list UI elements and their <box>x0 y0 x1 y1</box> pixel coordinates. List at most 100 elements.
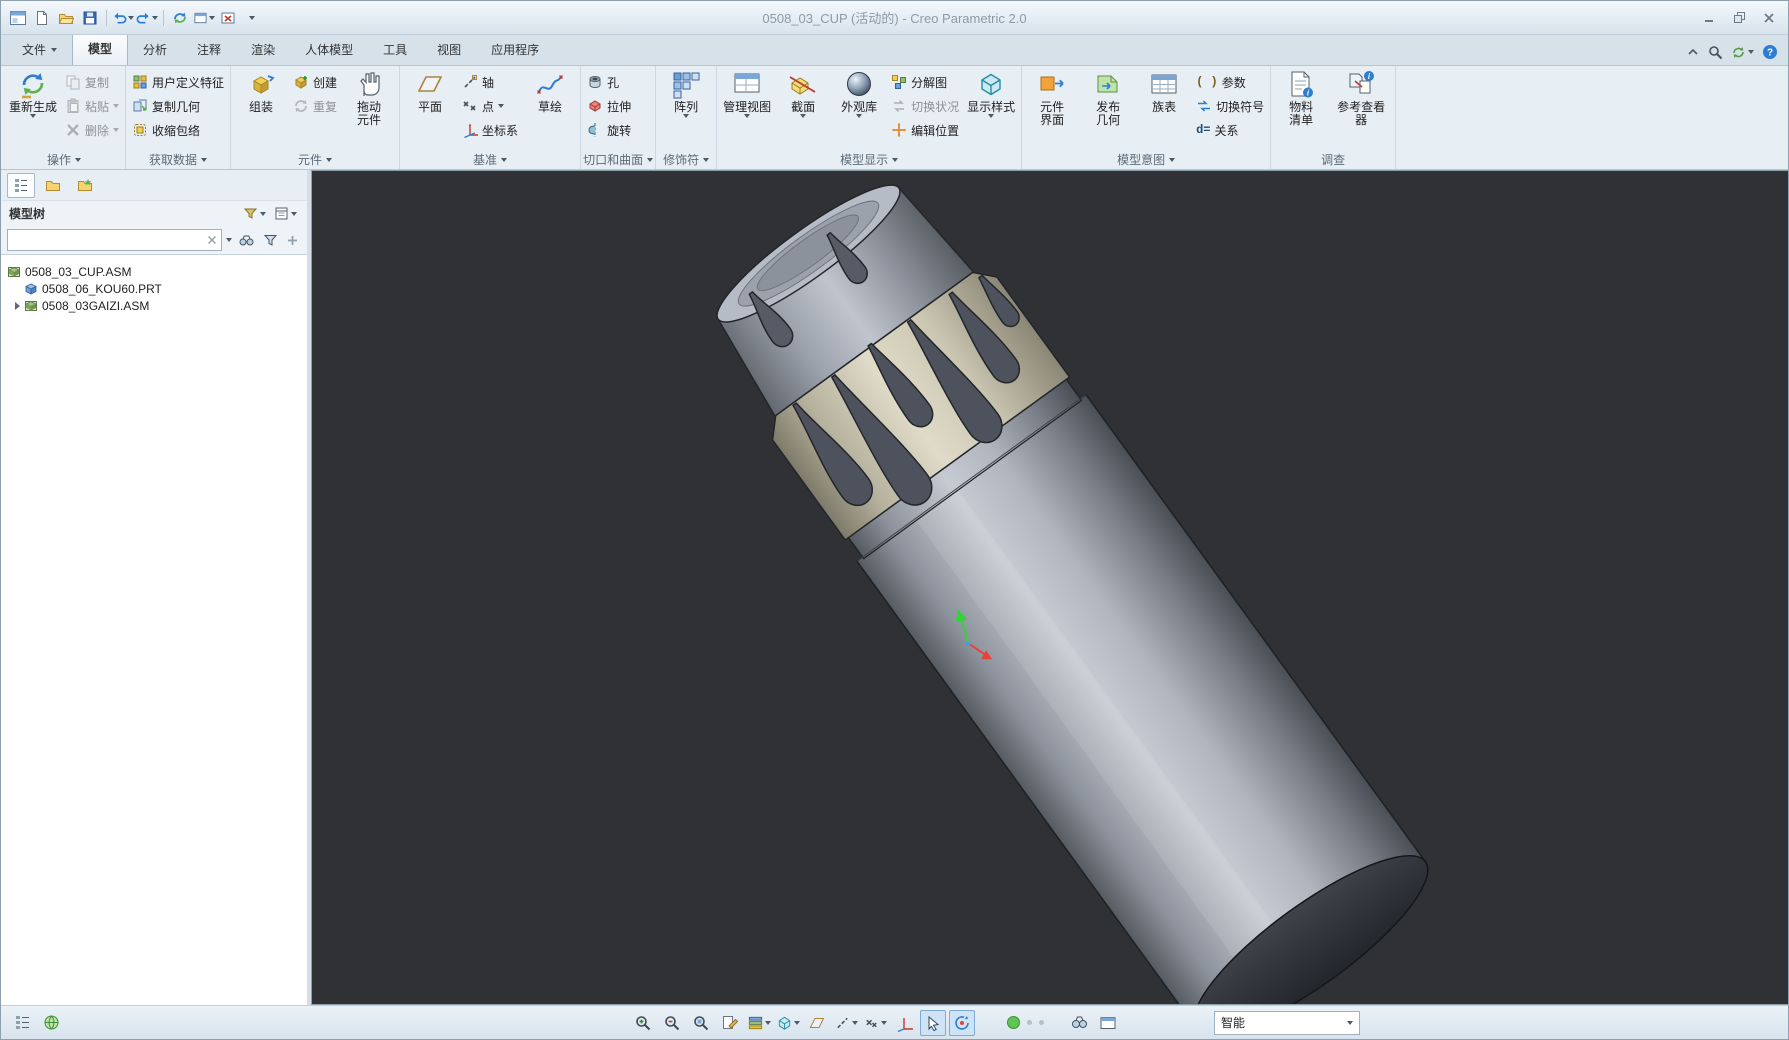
close-window-icon[interactable] <box>217 7 239 29</box>
search-icon[interactable] <box>1708 45 1723 60</box>
paste-button[interactable]: 粘贴 <box>61 94 123 118</box>
group-label-modifiers[interactable]: 修饰符 <box>658 150 714 169</box>
udf-button[interactable]: 用户定义特征 <box>128 70 228 94</box>
publish-geometry-button[interactable]: 发布几何 <box>1080 67 1136 129</box>
tree-item-assembly-root[interactable]: 0508_03_CUP.ASM <box>5 263 303 280</box>
help-icon[interactable]: ? <box>1762 44 1778 60</box>
manage-views-button[interactable]: 管理视图 <box>719 67 775 120</box>
datum-point-button[interactable]: 点 <box>458 94 522 118</box>
tab-analysis[interactable]: 分析 <box>128 35 182 65</box>
regenerate-button[interactable]: 重新生成 <box>5 67 61 120</box>
spin-center-toggle-icon[interactable] <box>949 1009 975 1036</box>
appearance-gallery-button[interactable]: 外观库 <box>831 67 887 120</box>
section-button[interactable]: 截面 <box>775 67 831 120</box>
exploded-view-button[interactable]: 分解图 <box>887 70 963 94</box>
parameters-button[interactable]: ( ) 参数 <box>1192 70 1268 94</box>
group-label-get-data[interactable]: 获取数据 <box>128 150 228 169</box>
tab-manikin[interactable]: 人体模型 <box>290 35 368 65</box>
refit-icon[interactable] <box>688 1010 714 1036</box>
folder-browser-tab-icon[interactable] <box>39 173 67 198</box>
family-table-button[interactable]: 族表 <box>1136 67 1192 116</box>
group-label-model-intent[interactable]: 模型意图 <box>1024 150 1268 169</box>
delete-button[interactable]: 删除 <box>61 118 123 142</box>
edit-position-button[interactable]: 编辑位置 <box>887 118 963 142</box>
switch-status-button[interactable]: 切换状况 <box>887 94 963 118</box>
smart-filter-select[interactable]: 智能 <box>1214 1010 1360 1035</box>
shrinkwrap-button[interactable]: 收缩包络 <box>128 118 228 142</box>
create-component-button[interactable]: 创建 <box>289 70 341 94</box>
pattern-button[interactable]: 阵列 <box>658 67 714 120</box>
assemble-button[interactable]: 组装 <box>233 67 289 116</box>
close-button[interactable] <box>1756 8 1782 28</box>
sync-icon[interactable] <box>1731 45 1754 60</box>
expand-arrow-icon[interactable] <box>15 301 20 310</box>
group-label-model-display[interactable]: 模型显示 <box>719 150 1019 169</box>
tab-applications[interactable]: 应用程序 <box>476 35 554 65</box>
find-icon[interactable] <box>1066 1010 1092 1036</box>
new-file-icon[interactable] <box>31 7 53 29</box>
display-style-quick-icon[interactable] <box>775 1010 801 1036</box>
datum-point-display-icon[interactable] <box>862 1010 888 1036</box>
datum-plane-button[interactable]: 平面 <box>402 67 458 116</box>
tab-annotate[interactable]: 注释 <box>182 35 236 65</box>
tree-item-part[interactable]: 0508_06_KOU60.PRT <box>5 280 303 297</box>
tree-item-subassembly[interactable]: 0508_03GAIZI.ASM <box>5 297 303 314</box>
tab-view[interactable]: 视图 <box>422 35 476 65</box>
tree-filter-funnel-icon[interactable] <box>261 232 280 249</box>
tab-render[interactable]: 渲染 <box>236 35 290 65</box>
layers-icon[interactable] <box>746 1010 772 1036</box>
tab-model[interactable]: 模型 <box>72 33 129 65</box>
datum-csys-display-icon[interactable] <box>891 1010 917 1036</box>
group-label-cut-surface[interactable]: 切口和曲面 <box>583 150 654 169</box>
annotation-display-icon[interactable] <box>717 1010 743 1036</box>
datum-csys-button[interactable]: 坐标系 <box>458 118 522 142</box>
window-switch-icon[interactable] <box>193 7 215 29</box>
tab-file[interactable]: 文件 <box>7 35 72 65</box>
drag-components-button[interactable]: 拖动元件 <box>341 67 397 129</box>
restore-button[interactable] <box>1726 8 1752 28</box>
qat-customize-icon[interactable] <box>241 7 263 29</box>
display-style-button[interactable]: 显示样式 <box>963 67 1019 120</box>
hole-button[interactable]: 孔 <box>583 70 635 94</box>
search-options-caret-icon[interactable] <box>226 238 232 242</box>
app-icon[interactable] <box>7 7 29 29</box>
copy-button[interactable]: 复制 <box>61 70 123 94</box>
group-label-component[interactable]: 元件 <box>233 150 397 169</box>
select-items-icon[interactable] <box>920 1009 946 1036</box>
tree-settings-icon[interactable] <box>272 205 299 222</box>
tab-tools[interactable]: 工具 <box>368 35 422 65</box>
group-label-datum[interactable]: 基准 <box>402 150 578 169</box>
web-browser-toggle-icon[interactable] <box>38 1010 64 1036</box>
model-tree-tab-icon[interactable] <box>7 172 35 198</box>
component-interface-button[interactable]: 元件界面 <box>1024 67 1080 129</box>
revolve-button[interactable]: 旋转 <box>583 118 635 142</box>
datum-axis-button[interactable]: 轴 <box>458 70 522 94</box>
zoom-in-icon[interactable] <box>630 1010 656 1036</box>
group-label-investigate[interactable]: 调查 <box>1273 150 1393 169</box>
copy-geometry-button[interactable]: 复制几何 <box>128 94 228 118</box>
navigator-toggle-icon[interactable] <box>9 1010 35 1036</box>
tree-filters-icon[interactable] <box>241 205 268 222</box>
search-input[interactable] <box>12 232 204 248</box>
datum-axis-display-icon[interactable] <box>833 1010 859 1036</box>
minimize-button[interactable] <box>1696 8 1722 28</box>
group-label-operate[interactable]: 操作 <box>5 150 123 169</box>
zoom-out-icon[interactable] <box>659 1010 685 1036</box>
relations-button[interactable]: d= 关系 <box>1192 118 1268 142</box>
switch-symbols-button[interactable]: 切换符号 <box>1192 94 1268 118</box>
datum-plane-display-icon[interactable] <box>804 1010 830 1036</box>
collapse-ribbon-icon[interactable] <box>1686 46 1700 58</box>
favorites-tab-icon[interactable] <box>71 173 99 198</box>
window-icon[interactable] <box>1095 1010 1121 1036</box>
clear-search-icon[interactable] <box>207 235 217 245</box>
regenerate-quick-icon[interactable] <box>169 7 191 29</box>
sketch-button[interactable]: 草绘 <box>522 67 578 116</box>
open-file-icon[interactable] <box>55 7 77 29</box>
bom-button[interactable]: i 物料清单 <box>1273 67 1329 129</box>
tree-add-column-icon[interactable] <box>284 233 301 248</box>
reference-viewer-button[interactable]: i 参考查看器 <box>1329 67 1393 129</box>
graphics-viewport[interactable] <box>311 170 1788 1005</box>
find-in-tree-icon[interactable] <box>236 232 257 249</box>
extrude-button[interactable]: 拉伸 <box>583 94 635 118</box>
redo-icon[interactable] <box>136 7 158 29</box>
